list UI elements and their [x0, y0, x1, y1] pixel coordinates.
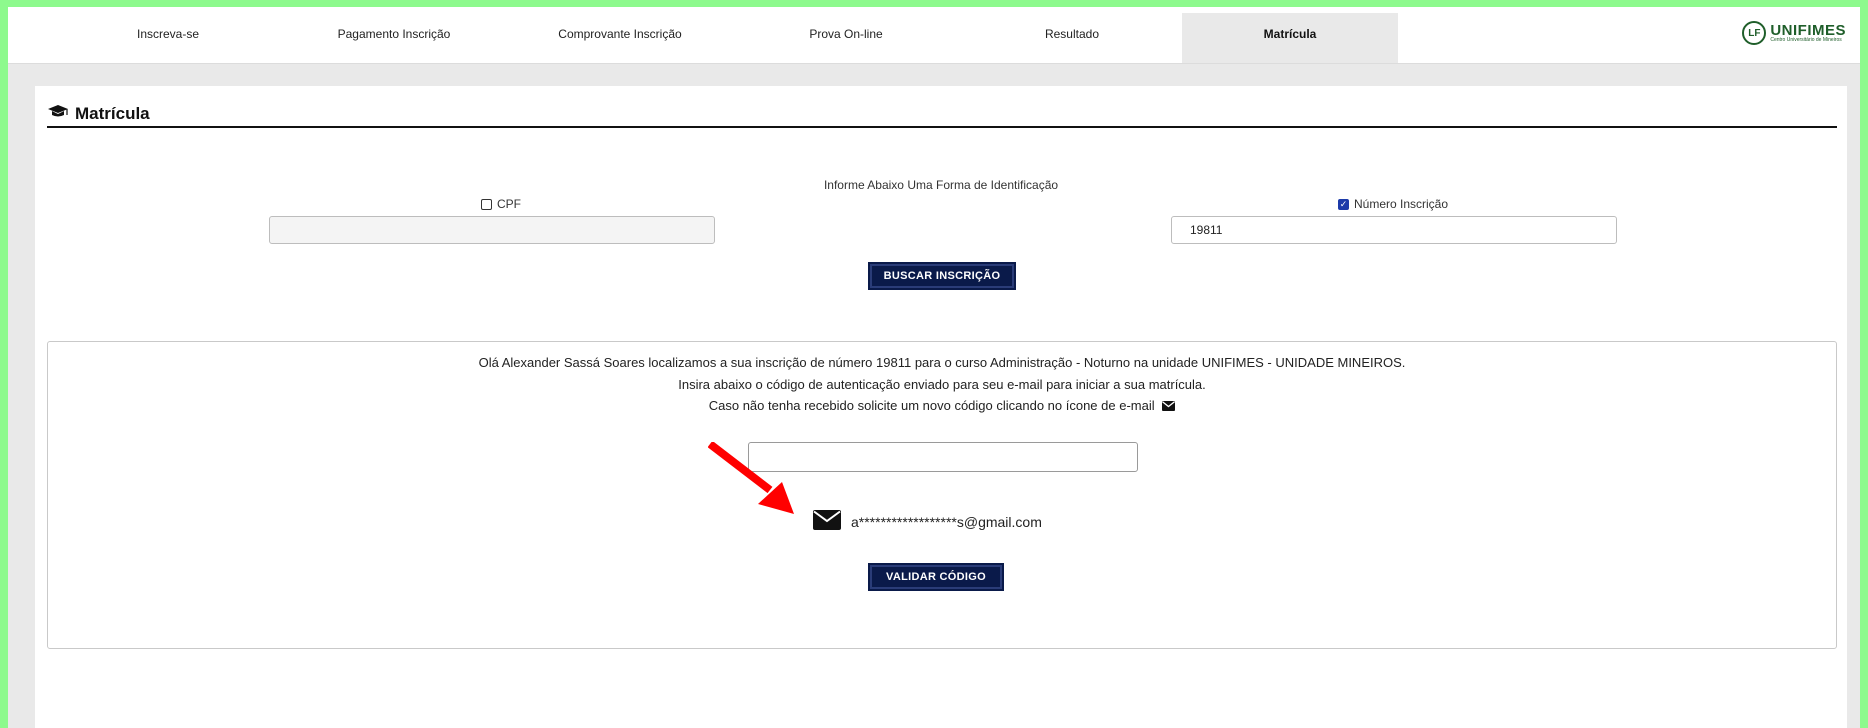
tab-comprovante-inscricao[interactable]: Comprovante Inscrição	[512, 13, 728, 63]
numero-inscricao-label: Número Inscrição	[1354, 197, 1449, 211]
unifimes-logo[interactable]: LF UNIFIMES Centro Universitário de Mine…	[1742, 21, 1846, 45]
tab-resultado[interactable]: Resultado	[964, 13, 1180, 63]
tab-prova-online[interactable]: Prova On-line	[738, 13, 954, 63]
validar-codigo-button[interactable]: VALIDAR CÓDIGO	[868, 563, 1004, 591]
email-row: a******************s@gmail.com	[813, 510, 1042, 533]
tab-inscreva-se[interactable]: Inscreva-se	[60, 13, 276, 63]
logo-name: UNIFIMES	[1770, 22, 1846, 39]
cpf-label: CPF	[497, 197, 521, 211]
masked-email: a******************s@gmail.com	[851, 513, 1042, 530]
page-frame: Inscreva-se Pagamento Inscrição Comprova…	[8, 7, 1860, 728]
section-title: Matrícula	[75, 104, 150, 123]
envelope-icon[interactable]	[813, 510, 841, 533]
tab-pagamento-inscricao[interactable]: Pagamento Inscrição	[286, 13, 502, 63]
enrollment-info-box: Olá Alexander Sassá Soares localizamos a…	[47, 341, 1837, 649]
cpf-checkbox[interactable]	[481, 198, 492, 210]
envelope-small-icon[interactable]	[1162, 399, 1176, 414]
logo-mark-icon: LF	[1742, 21, 1767, 45]
numero-inscricao-option[interactable]: ✓ Número Inscrição	[1338, 197, 1448, 211]
resend-text: Caso não tenha recebido solicite um novo…	[708, 398, 1155, 413]
resend-message: Caso não tenha recebido solicite um novo…	[48, 398, 1836, 414]
logo-text: UNIFIMES Centro Universitário de Mineiro…	[1770, 23, 1846, 43]
identification-label: Informe Abaixo Uma Forma de Identificaçã…	[823, 178, 1059, 192]
numero-inscricao-checkbox[interactable]: ✓	[1338, 198, 1349, 210]
numero-inscricao-input[interactable]	[1171, 216, 1617, 244]
buscar-inscricao-button[interactable]: BUSCAR INSCRIÇÃO	[868, 262, 1016, 290]
cpf-option[interactable]: CPF	[481, 197, 521, 211]
graduation-cap-icon	[47, 104, 69, 125]
content-card: Matrícula Informe Abaixo Uma Forma de Id…	[35, 86, 1847, 728]
greeting-message: Olá Alexander Sassá Soares localizamos a…	[478, 355, 1406, 370]
cpf-input[interactable]	[269, 216, 715, 244]
logo-subtitle: Centro Universitário de Mineiros	[1770, 37, 1842, 43]
top-nav: Inscreva-se Pagamento Inscrição Comprova…	[8, 7, 1860, 64]
instruction-message: Insira abaixo o código de autenticação e…	[678, 377, 1206, 392]
section-header: Matrícula	[47, 102, 1837, 128]
red-arrow-icon	[708, 442, 794, 514]
tab-matricula[interactable]: Matrícula	[1182, 13, 1398, 63]
